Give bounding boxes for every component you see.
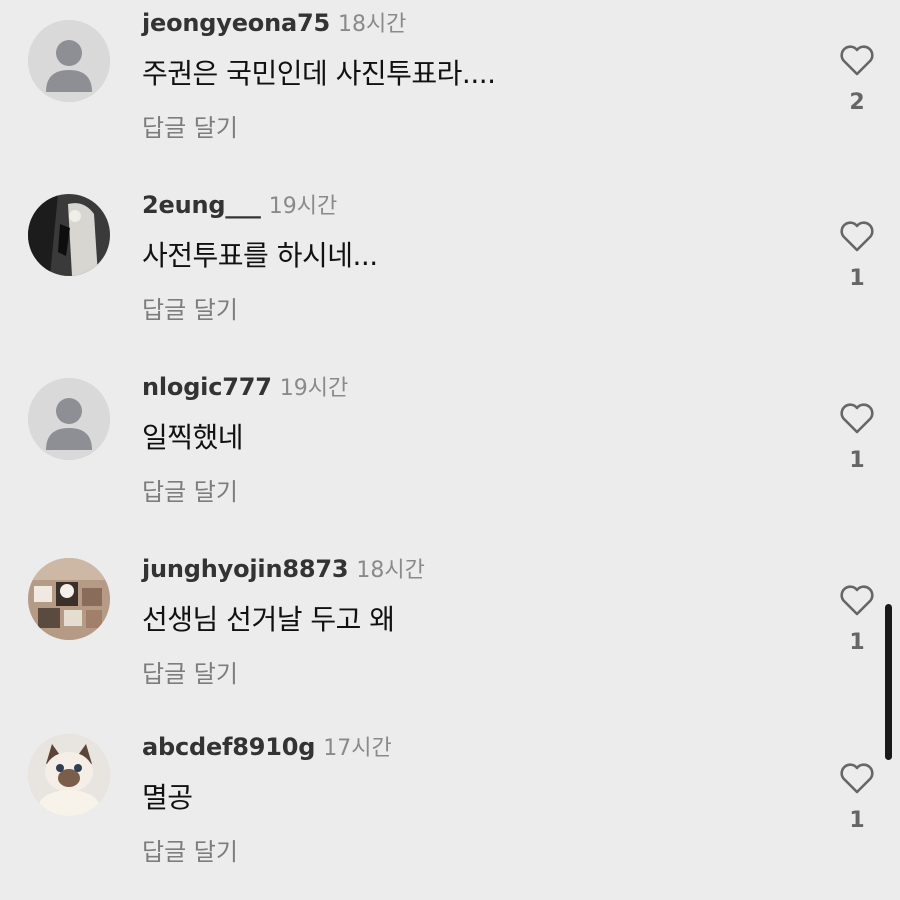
heart-icon[interactable] (839, 402, 875, 434)
comment-text: 선생님 선거날 두고 왜 (142, 603, 395, 636)
like-button[interactable]: 1 (830, 220, 884, 291)
comment-item: junghyojin8873 18시간 선생님 선거날 두고 왜 답글 달기 1 (0, 546, 900, 722)
comment-header: 2eung___ 19시간 (142, 188, 337, 220)
scrollbar[interactable] (885, 604, 892, 760)
comment-text: 사전투표를 하시네... (142, 239, 378, 272)
avatar[interactable] (28, 558, 110, 640)
like-count: 1 (849, 448, 865, 473)
comment-item: jeongyeona75 18시간 주권은 국민인데 사진투표라.... 답글 달… (0, 0, 900, 176)
comment-header: abcdef8910g 17시간 (142, 730, 392, 762)
heart-icon[interactable] (839, 762, 875, 794)
default-avatar-icon (28, 20, 110, 102)
heart-icon[interactable] (839, 220, 875, 252)
username[interactable]: nlogic777 (142, 373, 272, 401)
comment-header: nlogic777 19시간 (142, 370, 348, 402)
username[interactable]: 2eung___ (142, 191, 261, 219)
photo-avatar-cat-icon (28, 734, 110, 816)
timestamp: 18시간 (337, 12, 407, 37)
reply-button[interactable]: 답글 달기 (142, 108, 238, 143)
like-button[interactable]: 1 (830, 402, 884, 473)
username[interactable]: abcdef8910g (142, 733, 315, 761)
like-count: 1 (849, 630, 865, 655)
reply-button[interactable]: 답글 달기 (142, 654, 238, 689)
avatar[interactable] (28, 194, 110, 276)
comment-item: nlogic777 19시간 일찍했네 답글 달기 1 (0, 364, 900, 540)
like-button[interactable]: 2 (830, 44, 884, 115)
photo-avatar-collage-icon (28, 558, 110, 640)
avatar[interactable] (28, 734, 110, 816)
like-button[interactable]: 1 (830, 584, 884, 655)
avatar[interactable] (28, 20, 110, 102)
photo-avatar-dark-icon (28, 194, 110, 276)
like-count: 1 (849, 266, 865, 291)
heart-icon[interactable] (839, 44, 875, 76)
like-button[interactable]: 1 (830, 762, 884, 833)
comment-text: 멸공 (142, 781, 193, 814)
like-count: 1 (849, 808, 865, 833)
avatar[interactable] (28, 378, 110, 460)
comment-item: 2eung___ 19시간 사전투표를 하시네... 답글 달기 1 (0, 182, 900, 358)
username[interactable]: jeongyeona75 (142, 9, 330, 37)
reply-button[interactable]: 답글 달기 (142, 472, 238, 507)
comment-text: 일찍했네 (142, 421, 244, 454)
comment-header: junghyojin8873 18시간 (142, 552, 425, 584)
timestamp: 19시간 (279, 376, 349, 401)
username[interactable]: junghyojin8873 (142, 555, 349, 583)
timestamp: 19시간 (268, 194, 338, 219)
reply-button[interactable]: 답글 달기 (142, 832, 238, 867)
comment-text: 주권은 국민인데 사진투표라.... (142, 57, 496, 90)
like-count: 2 (849, 90, 865, 115)
default-avatar-icon (28, 378, 110, 460)
reply-button[interactable]: 답글 달기 (142, 290, 238, 325)
timestamp: 17시간 (323, 736, 392, 761)
comment-item: abcdef8910g 17시간 멸공 답글 달기 1 (0, 724, 900, 900)
timestamp: 18시간 (356, 558, 425, 583)
comment-header: jeongyeona75 18시간 (142, 6, 406, 38)
heart-icon[interactable] (839, 584, 875, 616)
